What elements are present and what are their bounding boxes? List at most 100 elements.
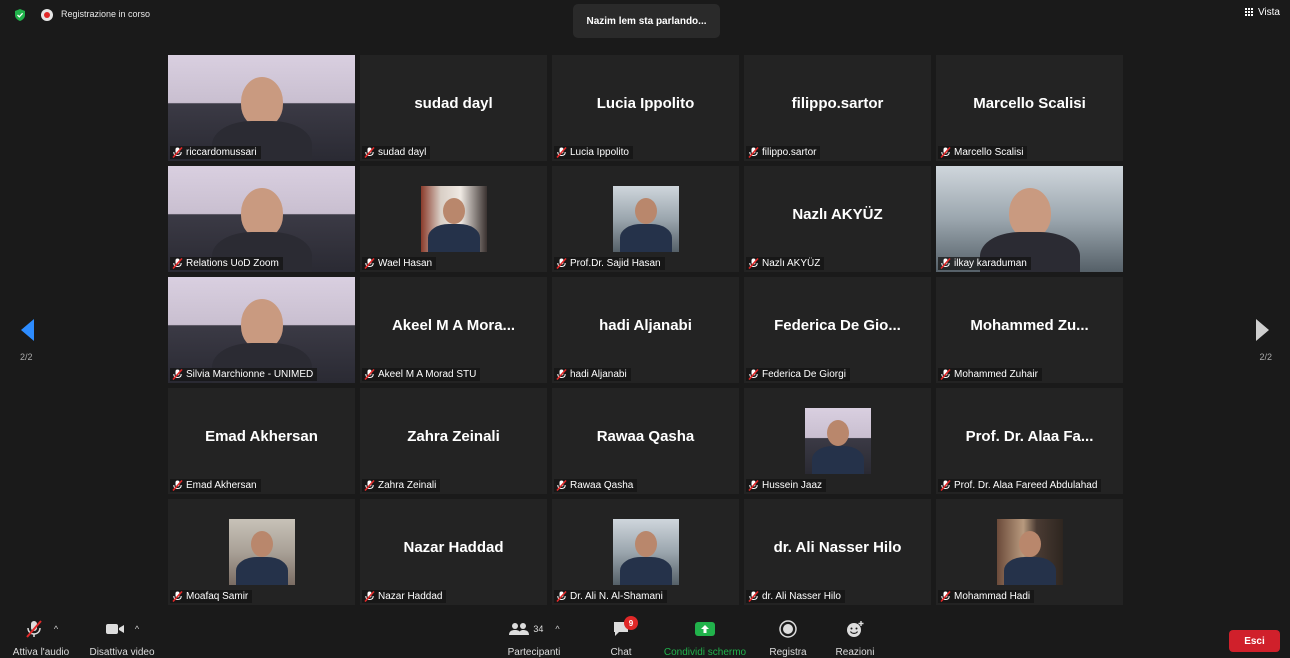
muted-mic-icon bbox=[940, 591, 951, 602]
participant-tile[interactable]: ilkay karaduman bbox=[936, 166, 1123, 272]
participant-name-label: sudad dayl bbox=[362, 146, 431, 159]
participant-name-label: filippo.sartor bbox=[746, 146, 821, 159]
view-label: Vista bbox=[1257, 7, 1280, 18]
muted-mic-icon bbox=[556, 147, 567, 158]
participant-display-name: Akeel M A Mora... bbox=[391, 317, 516, 334]
chat-label: Chat bbox=[610, 647, 632, 658]
participant-name: Rawaa Qasha bbox=[570, 480, 634, 491]
participant-name-label: Dr. Ali N. Al-Shamani bbox=[554, 590, 667, 603]
participant-tile[interactable]: filippo.sartor filippo.sartor bbox=[744, 55, 931, 161]
leave-label: Esci bbox=[1244, 635, 1265, 647]
muted-mic-icon bbox=[748, 591, 759, 602]
participant-tile[interactable]: dr. Ali Nasser Hilo dr. Ali Nasser Hilo bbox=[744, 499, 931, 605]
grid-icon bbox=[1244, 8, 1254, 17]
participant-name-label: Hussein Jaaz bbox=[746, 479, 827, 492]
participant-tile[interactable]: Akeel M A Mora... Akeel M A Morad STU bbox=[360, 277, 547, 383]
next-page-arrow[interactable] bbox=[1256, 319, 1269, 341]
participant-tile[interactable]: Wael Hasan bbox=[360, 166, 547, 272]
participant-tile[interactable]: Marcello Scalisi Marcello Scalisi bbox=[936, 55, 1123, 161]
participant-name: hadi Aljanabi bbox=[570, 369, 627, 380]
record-icon bbox=[779, 620, 797, 638]
muted-mic-icon bbox=[748, 369, 759, 380]
participant-name-label: Moafaq Samir bbox=[170, 590, 253, 603]
participant-name: Emad Akhersan bbox=[186, 480, 257, 491]
participant-tile[interactable]: Nazlı AKYÜZ Nazlı AKYÜZ bbox=[744, 166, 931, 272]
participant-name: Hussein Jaaz bbox=[762, 480, 823, 491]
participant-tile[interactable]: Lucia Ippolito Lucia Ippolito bbox=[552, 55, 739, 161]
participant-tile[interactable]: riccardomussari bbox=[168, 55, 355, 161]
participants-count: 34 bbox=[533, 624, 544, 634]
reactions-button[interactable]: Reazioni bbox=[831, 618, 879, 658]
participant-tile[interactable]: Emad Akhersan Emad Akhersan bbox=[168, 388, 355, 494]
participant-name-label: hadi Aljanabi bbox=[554, 368, 631, 381]
shield-icon[interactable] bbox=[14, 9, 26, 21]
muted-mic-icon bbox=[748, 258, 759, 269]
share-screen-icon bbox=[695, 622, 715, 636]
chat-unread-badge: 9 bbox=[624, 616, 638, 630]
profile-picture bbox=[612, 186, 679, 252]
participant-name: Dr. Ali N. Al-Shamani bbox=[570, 591, 663, 602]
muted-mic-icon bbox=[940, 369, 951, 380]
participant-tile[interactable]: hadi Aljanabi hadi Aljanabi bbox=[552, 277, 739, 383]
participant-tile[interactable]: Hussein Jaaz bbox=[744, 388, 931, 494]
participant-tile[interactable]: Federica De Gio... Federica De Giorgi bbox=[744, 277, 931, 383]
person-silhouette bbox=[1008, 188, 1051, 238]
participants-caret-icon[interactable]: ^ bbox=[555, 624, 559, 634]
unmute-audio-button[interactable]: ^ Attiva l'audio bbox=[6, 618, 76, 658]
participant-tile[interactable]: Nazar Haddad Nazar Haddad bbox=[360, 499, 547, 605]
participant-name-label: dr. Ali Nasser Hilo bbox=[746, 590, 845, 603]
participant-tile[interactable]: Moafaq Samir bbox=[168, 499, 355, 605]
person-silhouette bbox=[240, 77, 283, 127]
muted-mic-icon bbox=[748, 480, 759, 491]
participant-tile[interactable]: Mohammed Zu... Mohammed Zuhair bbox=[936, 277, 1123, 383]
participant-tile[interactable]: Prof.Dr. Sajid Hasan bbox=[552, 166, 739, 272]
recording-icon[interactable] bbox=[41, 9, 53, 21]
participant-tile[interactable]: Silvia Marchionne - UNIMED bbox=[168, 277, 355, 383]
participant-name: Wael Hasan bbox=[378, 258, 433, 269]
leave-meeting-button[interactable]: Esci bbox=[1229, 630, 1280, 652]
participant-tile[interactable]: Relations UoD Zoom bbox=[168, 166, 355, 272]
page-indicator-left: 2/2 bbox=[20, 352, 33, 362]
participant-name-label: Zahra Zeinali bbox=[362, 479, 441, 492]
profile-picture bbox=[420, 186, 487, 252]
view-button[interactable]: Vista bbox=[1244, 7, 1280, 18]
share-screen-button[interactable]: Condividi schermo bbox=[660, 618, 750, 658]
participant-display-name: Nazlı AKYÜZ bbox=[792, 206, 883, 223]
record-button[interactable]: Registra bbox=[764, 618, 812, 658]
participant-name: Federica De Giorgi bbox=[762, 369, 846, 380]
participant-name: Marcello Scalisi bbox=[954, 147, 1024, 158]
participant-name-label: Nazar Haddad bbox=[362, 590, 447, 603]
participant-name-label: ilkay karaduman bbox=[938, 257, 1031, 270]
participant-display-name: Mohammed Zu... bbox=[970, 317, 1089, 334]
participant-tile[interactable]: Dr. Ali N. Al-Shamani bbox=[552, 499, 739, 605]
participant-name-label: Federica De Giorgi bbox=[746, 368, 850, 381]
previous-page-arrow[interactable] bbox=[21, 319, 34, 341]
participant-tile[interactable]: Mohammad Hadi bbox=[936, 499, 1123, 605]
participant-name: Prof. Dr. Alaa Fareed Abdulahad bbox=[954, 480, 1098, 491]
participant-display-name: Lucia Ippolito bbox=[596, 95, 695, 112]
participant-name: Mohammad Hadi bbox=[954, 591, 1031, 602]
participant-tile[interactable]: sudad dayl sudad dayl bbox=[360, 55, 547, 161]
participant-name: Akeel M A Morad STU bbox=[378, 369, 477, 380]
stop-video-button[interactable]: ^ Disattiva video bbox=[84, 618, 160, 658]
muted-mic-icon bbox=[364, 369, 375, 380]
active-speaker-banner: Nazim lem sta parlando... bbox=[573, 4, 720, 38]
participants-button[interactable]: 34 ^ Partecipanti bbox=[503, 618, 565, 658]
participant-name-label: Emad Akhersan bbox=[170, 479, 261, 492]
participant-name: Zahra Zeinali bbox=[378, 480, 437, 491]
audio-label: Attiva l'audio bbox=[12, 647, 70, 658]
participant-name: filippo.sartor bbox=[762, 147, 817, 158]
participant-tile[interactable]: Prof. Dr. Alaa Fa... Prof. Dr. Alaa Faree… bbox=[936, 388, 1123, 494]
audio-options-caret-icon[interactable]: ^ bbox=[54, 624, 58, 634]
participant-display-name: Rawaa Qasha bbox=[596, 428, 695, 445]
muted-mic-icon bbox=[172, 147, 183, 158]
muted-mic-icon bbox=[364, 480, 375, 491]
participant-name: Relations UoD Zoom bbox=[186, 258, 279, 269]
video-options-caret-icon[interactable]: ^ bbox=[135, 624, 139, 634]
participant-tile[interactable]: Rawaa Qasha Rawaa Qasha bbox=[552, 388, 739, 494]
profile-picture bbox=[996, 519, 1063, 585]
participant-tile[interactable]: Zahra Zeinali Zahra Zeinali bbox=[360, 388, 547, 494]
participant-name-label: Mohammad Hadi bbox=[938, 590, 1035, 603]
person-silhouette bbox=[240, 299, 283, 349]
chat-button[interactable]: 9 Chat bbox=[603, 616, 639, 658]
